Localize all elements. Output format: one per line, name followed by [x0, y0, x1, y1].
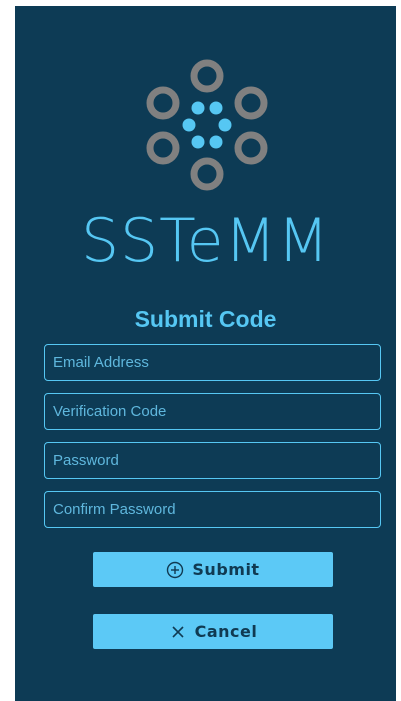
verification-code-field[interactable] [44, 393, 381, 430]
email-field[interactable] [44, 344, 381, 381]
close-icon [172, 625, 184, 638]
sstemm-logo-icon [146, 59, 268, 191]
password-field[interactable] [44, 442, 381, 479]
confirm-password-field[interactable] [44, 491, 381, 528]
login-panel: SSTeMM Submit Code Submit Cancel [15, 6, 396, 701]
submit-label: Submit [192, 560, 260, 579]
cancel-button[interactable]: Cancel [93, 614, 333, 649]
submit-button[interactable]: Submit [93, 552, 333, 587]
form-title: Submit Code [134, 306, 277, 332]
plus-circle-icon [167, 561, 184, 578]
brand-title: SSTeMM [80, 206, 331, 276]
cancel-label: Cancel [194, 622, 258, 641]
